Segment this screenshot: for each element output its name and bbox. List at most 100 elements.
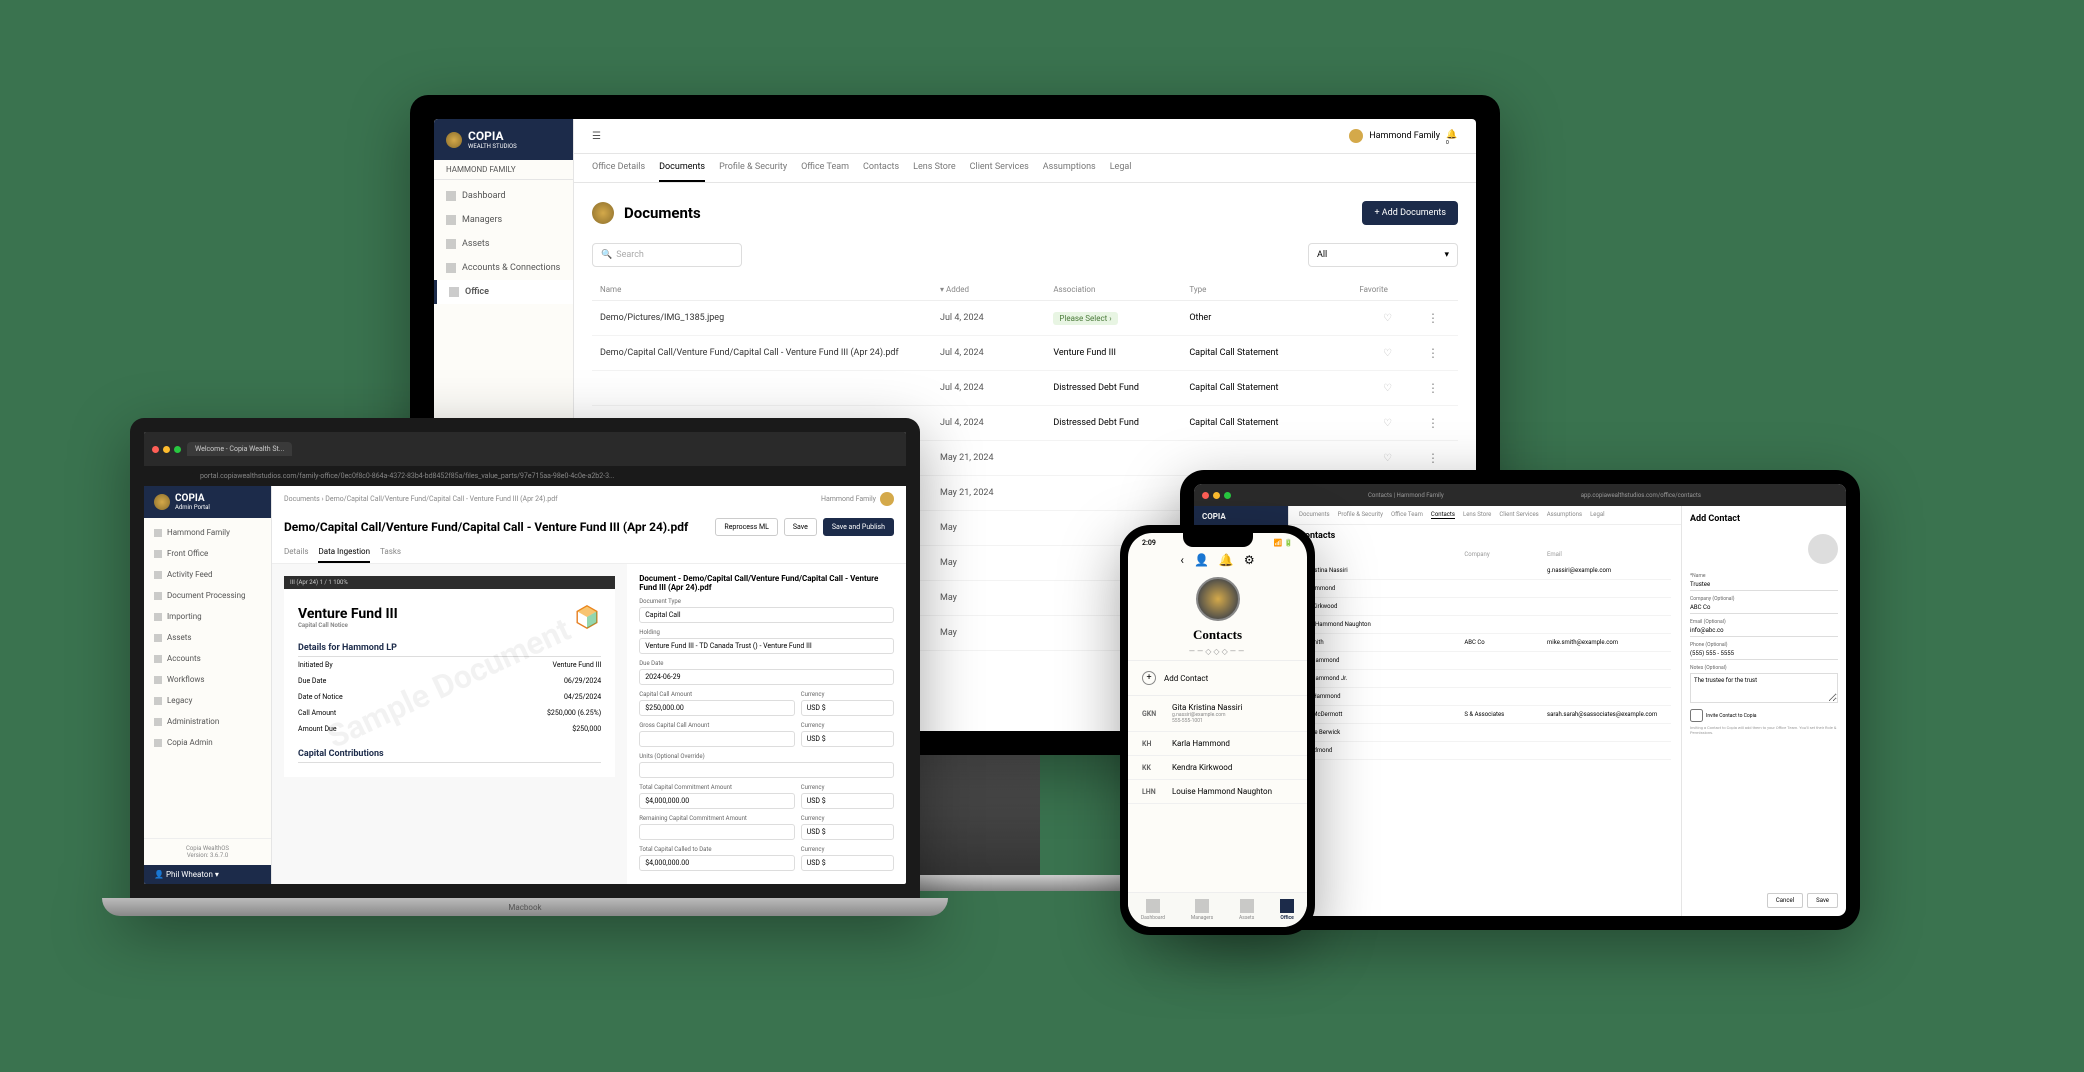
tab-contacts[interactable]: Contacts bbox=[863, 154, 899, 182]
col-type[interactable]: Type bbox=[1189, 285, 1359, 294]
add-contact-button[interactable]: + Add Contact bbox=[1128, 660, 1307, 696]
phone-field[interactable] bbox=[1690, 648, 1838, 660]
tab-contacts[interactable]: Contacts bbox=[1431, 511, 1455, 519]
sidebar-item-workflows[interactable]: Workflows bbox=[144, 669, 271, 690]
tab-documents[interactable]: Documents bbox=[1299, 511, 1330, 519]
tab-lens-store[interactable]: Lens Store bbox=[913, 154, 956, 182]
tab-assumptions[interactable]: Assumptions bbox=[1043, 154, 1096, 182]
sidebar-item-activity-feed[interactable]: Activity Feed bbox=[144, 564, 271, 585]
add-documents-button[interactable]: + Add Documents bbox=[1362, 201, 1458, 225]
table-row[interactable]: ris Hammond bbox=[1299, 580, 1671, 598]
sidebar-item-hammond-family[interactable]: Hammond Family bbox=[144, 522, 271, 543]
due-date-input[interactable] bbox=[639, 669, 894, 685]
sidebar-item-copia-admin[interactable]: Copia Admin bbox=[144, 732, 271, 753]
remaining-input[interactable] bbox=[639, 824, 794, 840]
doc-type-select[interactable] bbox=[639, 607, 894, 623]
total-commit-input[interactable] bbox=[639, 793, 794, 809]
avatar[interactable] bbox=[880, 492, 894, 506]
sidebar-item-dashboard[interactable]: Dashboard bbox=[434, 184, 573, 208]
col-fav[interactable]: Favorite bbox=[1359, 285, 1416, 294]
tab-lens-store[interactable]: Lens Store bbox=[1463, 511, 1491, 519]
contact-item[interactable]: LHNLouise Hammond Naughton bbox=[1128, 780, 1307, 804]
sidebar-item-legacy[interactable]: Legacy bbox=[144, 690, 271, 711]
table-row[interactable]: Demo/Pictures/IMG_1385.jpegJul 4, 2024Pl… bbox=[592, 301, 1458, 336]
gross-input[interactable] bbox=[639, 731, 794, 747]
table-row[interactable]: Demo/Capital Call/Venture Fund/Capital C… bbox=[592, 336, 1458, 371]
name-field[interactable] bbox=[1690, 579, 1838, 591]
col-name[interactable]: Name bbox=[600, 285, 940, 294]
sidebar-item-managers[interactable]: Managers bbox=[434, 208, 573, 232]
currency-select[interactable] bbox=[801, 700, 894, 716]
user-icon[interactable]: 👤 bbox=[1194, 553, 1209, 567]
email-field[interactable] bbox=[1690, 625, 1838, 637]
table-row[interactable]: bert Hammond Jr. bbox=[1299, 670, 1671, 688]
tabbar-assets[interactable]: Assets bbox=[1239, 899, 1254, 921]
contact-item[interactable]: KKKendra Kirkwood bbox=[1128, 756, 1307, 780]
contact-item[interactable]: GKNGita Kristina Nassirig.nassiri@exampl… bbox=[1128, 696, 1307, 732]
contact-item[interactable]: KHKarla Hammond bbox=[1128, 732, 1307, 756]
avatar[interactable] bbox=[1349, 129, 1363, 143]
heart-icon[interactable]: ♡ bbox=[1359, 418, 1416, 429]
called-date-input[interactable] bbox=[639, 855, 794, 871]
tab-office-team[interactable]: Office Team bbox=[1391, 511, 1423, 519]
table-row[interactable]: ita Kristina Nassirig.nassiri@example.co… bbox=[1299, 562, 1671, 580]
search-input[interactable]: 🔍 Search bbox=[592, 243, 742, 267]
sidebar-item-assets[interactable]: Assets bbox=[144, 627, 271, 648]
tab-office-team[interactable]: Office Team bbox=[801, 154, 849, 182]
tab-profile-security[interactable]: Profile & Security bbox=[719, 154, 787, 182]
bell-icon[interactable]: 🔔 bbox=[1219, 553, 1234, 567]
more-icon[interactable]: ⋮ bbox=[1416, 451, 1450, 465]
heart-icon[interactable]: ♡ bbox=[1359, 313, 1416, 324]
tabbar-dashboard[interactable]: Dashboard bbox=[1141, 899, 1165, 921]
breadcrumb[interactable]: Documents › Demo/Capital Call/Venture Fu… bbox=[284, 495, 558, 503]
sidebar-item-document-processing[interactable]: Document Processing bbox=[144, 585, 271, 606]
subtab-details[interactable]: Details bbox=[284, 542, 308, 563]
sidebar-item-accounts[interactable]: Accounts bbox=[144, 648, 271, 669]
col-added[interactable]: ▾ Added bbox=[940, 285, 1053, 294]
browser-tab[interactable]: Welcome - Copia Wealth St... bbox=[187, 442, 292, 456]
table-row[interactable]: arah McDermottS & Associatessarah.sarah@… bbox=[1299, 706, 1671, 724]
tabbar-office[interactable]: Office bbox=[1280, 899, 1294, 921]
collapse-icon[interactable]: ☰ bbox=[592, 131, 601, 142]
table-row[interactable]: ndra Kirkwood bbox=[1299, 598, 1671, 616]
more-icon[interactable]: ⋮ bbox=[1416, 381, 1450, 395]
back-icon[interactable]: ‹ bbox=[1180, 553, 1184, 567]
reprocess-button[interactable]: Reprocess ML bbox=[715, 518, 777, 536]
tab-client-services[interactable]: Client Services bbox=[1499, 511, 1538, 519]
sidebar-item-office[interactable]: Office bbox=[434, 280, 573, 304]
sidebar-item-importing[interactable]: Importing bbox=[144, 606, 271, 627]
table-row[interactable]: ny Redmond bbox=[1299, 742, 1671, 760]
sidebar-item-front-office[interactable]: Front Office bbox=[144, 543, 271, 564]
tab-profile-security[interactable]: Profile & Security bbox=[1338, 511, 1383, 519]
more-icon[interactable]: ⋮ bbox=[1416, 416, 1450, 430]
table-row[interactable]: Jul 4, 2024Distressed Debt FundCapital C… bbox=[592, 371, 1458, 406]
notes-field[interactable]: The trustee for the trust bbox=[1690, 673, 1838, 703]
tab-office-details[interactable]: Office Details bbox=[592, 154, 645, 182]
tab-legal[interactable]: Legal bbox=[1590, 511, 1605, 519]
subtab-data-ingestion[interactable]: Data Ingestion bbox=[318, 542, 370, 563]
holding-select[interactable] bbox=[639, 638, 894, 654]
subtab-tasks[interactable]: Tasks bbox=[380, 542, 401, 563]
sidebar-item-assets[interactable]: Assets bbox=[434, 232, 573, 256]
col-assoc[interactable]: Association bbox=[1053, 285, 1189, 294]
bell-icon[interactable]: 🔔0 bbox=[1446, 130, 1458, 142]
heart-icon[interactable]: ♡ bbox=[1359, 453, 1416, 464]
user-menu[interactable]: 👤 Phil Wheaton ▾ bbox=[144, 865, 271, 884]
invite-checkbox[interactable] bbox=[1690, 709, 1703, 722]
gear-icon[interactable]: ⚙ bbox=[1244, 553, 1255, 567]
table-row[interactable]: ouise Hammond Naughton bbox=[1299, 616, 1671, 634]
cancel-button[interactable]: Cancel bbox=[1767, 893, 1803, 908]
save-button[interactable]: Save bbox=[784, 518, 817, 536]
publish-button[interactable]: Save and Publish bbox=[823, 518, 894, 536]
tab-client-services[interactable]: Client Services bbox=[970, 154, 1029, 182]
table-row[interactable]: bert Hammond bbox=[1299, 652, 1671, 670]
save-button[interactable]: Save bbox=[1807, 893, 1838, 908]
contact-avatar[interactable] bbox=[1808, 534, 1838, 564]
table-row[interactable]: ike SmithABC Comike.smith@example.com bbox=[1299, 634, 1671, 652]
company-field[interactable] bbox=[1690, 602, 1838, 614]
heart-icon[interactable]: ♡ bbox=[1359, 348, 1416, 359]
units-input[interactable] bbox=[639, 762, 894, 778]
sidebar-item-administration[interactable]: Administration bbox=[144, 711, 271, 732]
tabbar-managers[interactable]: Managers bbox=[1191, 899, 1213, 921]
more-icon[interactable]: ⋮ bbox=[1416, 311, 1450, 325]
